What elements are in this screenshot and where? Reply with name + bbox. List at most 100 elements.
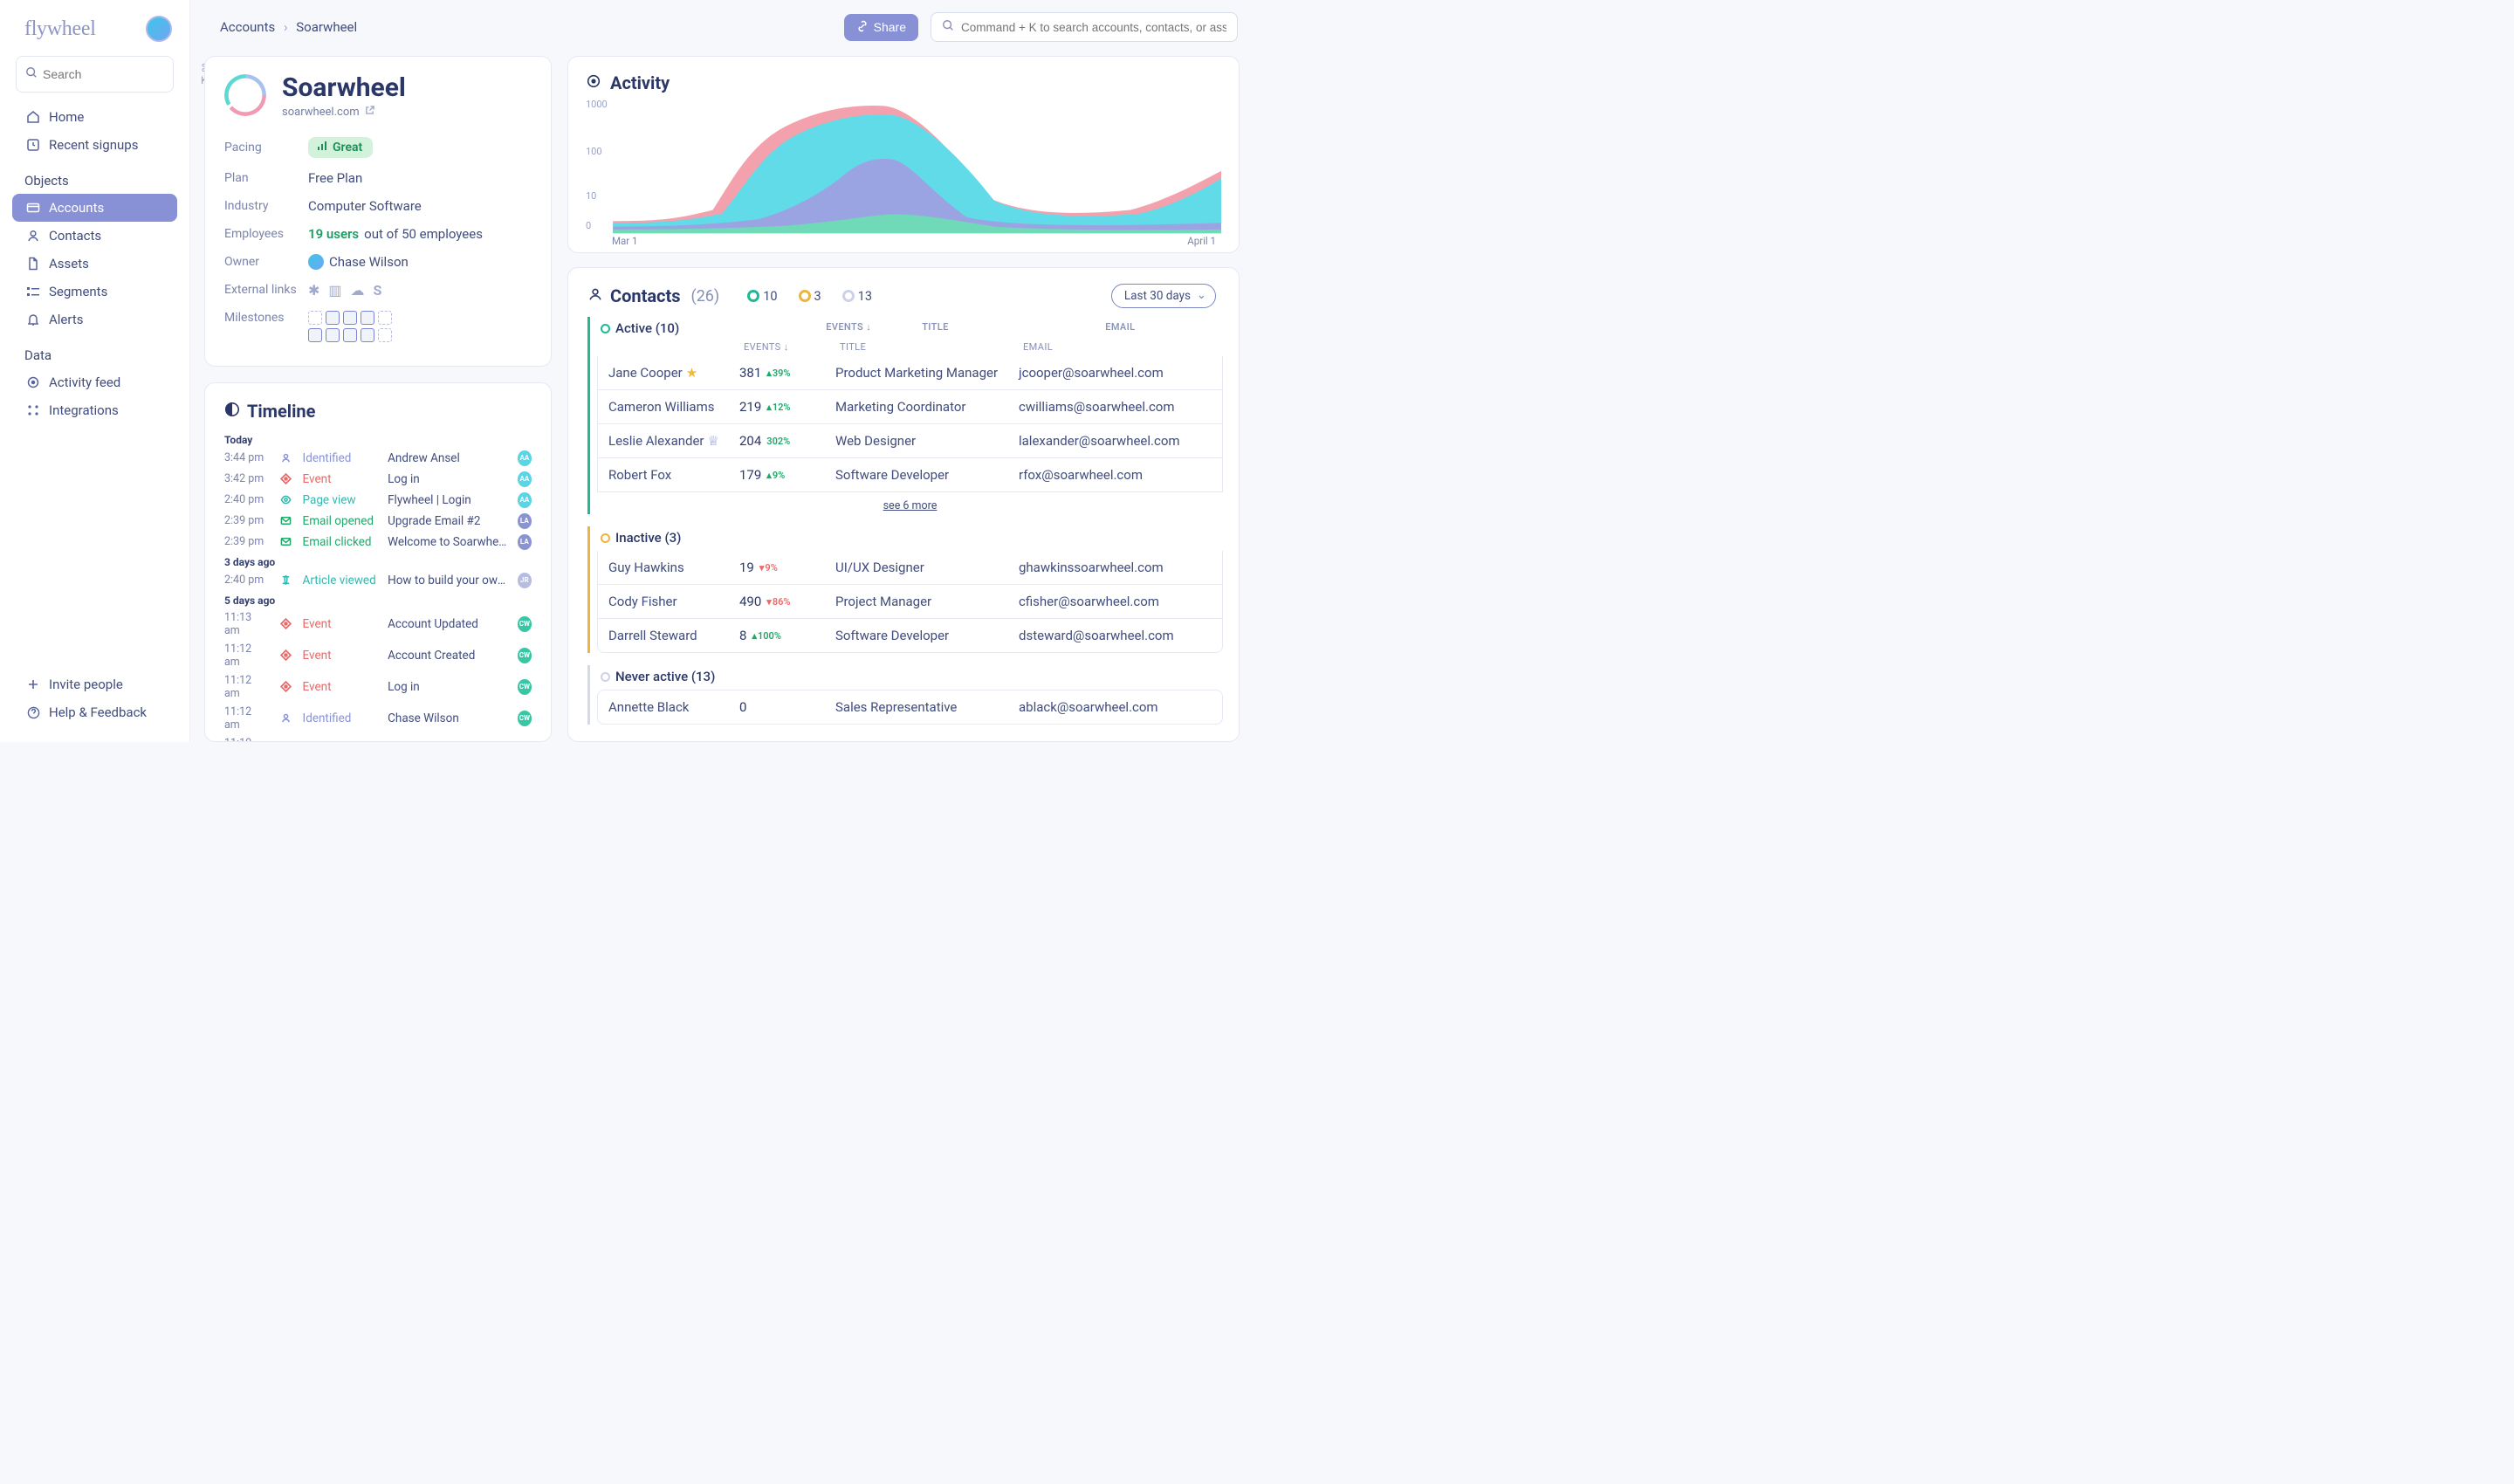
nav-segments[interactable]: Segments [0,278,189,306]
user-icon [26,229,40,243]
timeline-time: 3:42 pm [224,472,269,485]
hubspot-icon[interactable]: ✱ [308,282,319,299]
nav-accounts[interactable]: Accounts [12,194,177,222]
contact-events: 49086% [739,594,835,609]
id-icon [279,711,292,725]
contact-row[interactable]: Guy Hawkins 199% UI/UX Designer ghawkins… [597,551,1223,585]
salesforce-icon[interactable]: ☁ [351,282,365,299]
contact-row[interactable]: Jane Cooper★ 38139% Product Marketing Ma… [597,356,1223,390]
contact-title: Software Developer [835,628,1019,643]
contacts-group-amber: Inactive (3) Guy Hawkins 199% UI/UX Desi… [587,526,1223,653]
nav-alerts[interactable]: Alerts [0,306,189,333]
contact-title: Project Manager [835,594,1019,609]
sidebar-search[interactable]: ⌘ K [16,56,174,93]
nav-label: Assets [49,256,89,271]
contact-row[interactable]: Darrell Steward 8100% Software Developer… [597,619,1223,653]
timeline-row[interactable]: 11:13 am Event Account Updated CW [224,608,532,640]
bars-icon [26,285,40,299]
timeline-row[interactable]: 2:39 pm Email clicked Welcome to Soarwhe… [224,532,532,553]
timeline-row[interactable]: 11:12 am Event Log in CW [224,671,532,703]
contact-name: Cameron Williams [608,399,739,415]
timeline-day-label: 5 days ago [224,591,532,608]
nav-label: Alerts [49,312,84,327]
nav-help-feedback[interactable]: Help & Feedback [0,698,189,726]
nav-label: Home [49,109,84,125]
nav-recent-signups[interactable]: Recent signups [0,131,189,159]
timeline-row[interactable]: 11:10 am Page view Flywheel | Pricing BL [224,734,532,743]
nav-label: Contacts [49,228,101,244]
plus-icon [26,677,40,691]
timeline-type: Email clicked [303,535,378,549]
timeline-avatar: CW [518,679,532,695]
moon-icon [224,401,240,422]
contact-name: Darrell Steward [608,628,739,643]
contacts-group-header[interactable]: Active (10)Events ↓TitleEmail [597,317,1223,341]
contact-row[interactable]: Leslie Alexander♕ 204302% Web Designer l… [597,424,1223,458]
contact-events: 204302% [739,433,835,449]
timeline-row[interactable]: 11:12 am Identified Chase Wilson CW [224,703,532,734]
brand-logo: flywheel [24,17,96,41]
contacts-group-header[interactable]: Inactive (3) [597,526,1223,551]
account-card: Soarwheel soarwheel.com Pacing [204,56,552,367]
meta-industry-value: Computer Software [308,198,422,214]
timeline-time: 2:40 pm [224,493,269,506]
contact-events: 21912% [739,399,835,415]
breadcrumb-root[interactable]: Accounts [220,19,275,35]
account-url[interactable]: soarwheel.com [282,106,406,119]
command-search[interactable] [931,12,1238,42]
contact-events: 1799% [739,467,835,483]
nav-integrations[interactable]: Integrations [0,396,189,424]
nav-activity-feed[interactable]: Activity feed [0,368,189,396]
contact-name: Annette Black [608,699,739,715]
timeline-row[interactable]: 2:40 pm Article viewed How to build your… [224,570,532,591]
contact-row[interactable]: Annette Black 0 Sales Representative abl… [597,690,1223,725]
status-grey[interactable]: 13 [842,289,872,304]
timeline-row[interactable]: 2:39 pm Email opened Upgrade Email #2 LA [224,511,532,532]
timeline-time: 3:44 pm [224,451,269,464]
nav-invite-people[interactable]: Invite people [0,670,189,698]
sidebar-search-input[interactable] [43,67,201,81]
nav-home[interactable]: Home [0,103,189,131]
milestones-grid [308,311,404,342]
nav-assets[interactable]: Assets [0,250,189,278]
timeline-row[interactable]: 2:40 pm Page view Flywheel | Login AA [224,490,532,511]
status-dot-icon [799,290,811,302]
timeline-label: Chase Wilson [388,711,507,725]
contact-events: 199% [739,560,835,575]
timeline-avatar: LA [518,513,532,529]
contact-title: UI/UX Designer [835,560,1019,575]
contacts-group-header[interactable]: Never active (13) [597,665,1223,690]
external-links: ✱ ▥ ☁ S [308,282,381,299]
search-icon [942,19,954,35]
pct-change: 39% [766,368,790,379]
contact-email: dsteward@soarwheel.com [1019,628,1212,643]
timeline-label: Welcome to Soarwheel [388,535,507,549]
timeline-row[interactable]: 11:12 am Event Account Created CW [224,640,532,671]
user-avatar[interactable] [146,16,172,42]
see-more-link[interactable]: see 6 more [597,492,1223,514]
stripe-icon[interactable]: S [374,282,382,299]
contact-row[interactable]: Robert Fox 1799% Software Developer rfox… [597,458,1223,492]
timeline-row[interactable]: 3:42 pm Event Log in AA [224,469,532,490]
nav-contacts[interactable]: Contacts [0,222,189,250]
event-icon [279,649,292,663]
timeline-label: Account Updated [388,617,507,631]
activity-chart: 1000 100 10 0 Mar 1 April 1 [586,99,1221,247]
timeline-row[interactable]: 3:44 pm Identified Andrew Ansel AA [224,448,532,469]
meta-plan-label: Plan [224,171,308,185]
meta-plan-value: Free Plan [308,170,362,186]
date-range-dropdown[interactable]: Last 30 days [1111,284,1216,308]
status-green[interactable]: 10 [747,289,777,304]
group-dot-icon [601,672,610,682]
target-icon [586,72,601,93]
status-amber[interactable]: 3 [799,289,821,304]
breadcrumb-current: Soarwheel [296,19,357,35]
user-icon [587,286,603,306]
command-search-input[interactable] [961,21,1226,34]
intercom-icon[interactable]: ▥ [328,282,341,299]
meta-industry-label: Industry [224,199,308,213]
timeline-time: 2:40 pm [224,574,269,587]
contact-row[interactable]: Cameron Williams 21912% Marketing Coordi… [597,390,1223,424]
contact-row[interactable]: Cody Fisher 49086% Project Manager cfish… [597,585,1223,619]
share-button[interactable]: Share [844,14,918,41]
